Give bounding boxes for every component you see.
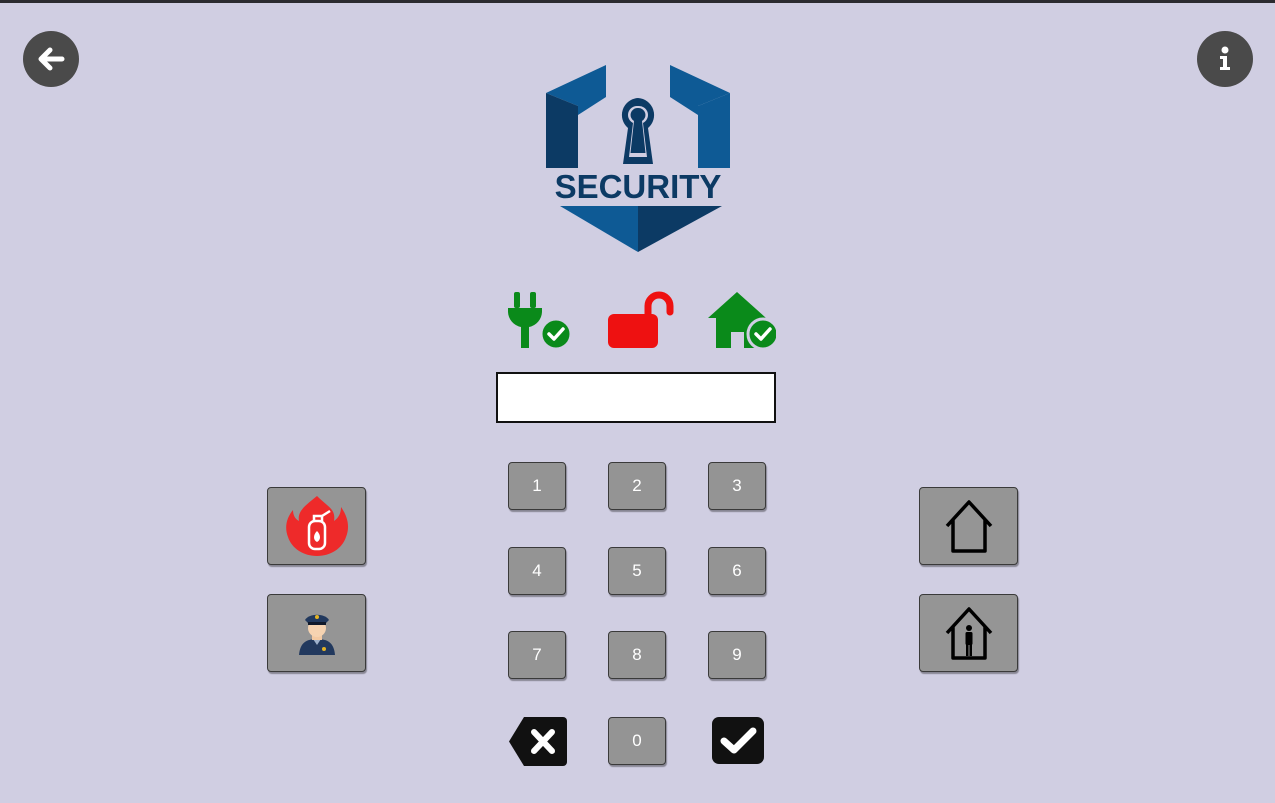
lock-status-icon xyxy=(608,291,674,348)
backspace-x-icon xyxy=(509,717,567,766)
logo-shape-bottom-right xyxy=(638,206,722,252)
arrow-left-icon xyxy=(38,47,65,71)
info-button[interactable] xyxy=(1197,31,1253,87)
police-officer-icon xyxy=(298,614,335,655)
fire-alarm-button[interactable] xyxy=(267,487,366,565)
enter-button[interactable] xyxy=(712,717,764,764)
house-person-icon xyxy=(945,607,992,660)
checkmark-icon xyxy=(712,717,764,764)
logo-shape-right-side xyxy=(698,93,730,168)
house-outline-icon xyxy=(945,500,992,553)
security-logo: SECURITY xyxy=(546,65,730,252)
police-alarm-button[interactable] xyxy=(267,594,366,672)
arm-away-button[interactable] xyxy=(919,487,1018,565)
top-border xyxy=(0,0,1275,3)
clear-button[interactable] xyxy=(508,715,569,768)
key-7[interactable]: 7 xyxy=(508,631,566,679)
key-0[interactable]: 0 xyxy=(608,717,666,765)
logo-shape-left-side xyxy=(546,93,578,168)
logo-text: SECURITY xyxy=(555,168,722,205)
code-display-input[interactable] xyxy=(496,372,776,423)
key-6[interactable]: 6 xyxy=(708,547,766,595)
info-icon xyxy=(1220,46,1230,70)
home-status-icon xyxy=(708,292,776,351)
key-9[interactable]: 9 xyxy=(708,631,766,679)
key-5[interactable]: 5 xyxy=(608,547,666,595)
key-2[interactable]: 2 xyxy=(608,462,666,510)
fire-extinguisher-icon xyxy=(285,496,348,556)
back-button[interactable] xyxy=(23,31,79,87)
logo-shape-bottom-left xyxy=(560,206,638,252)
key-8[interactable]: 8 xyxy=(608,631,666,679)
power-status-icon xyxy=(508,292,573,351)
key-4[interactable]: 4 xyxy=(508,547,566,595)
arm-stay-button[interactable] xyxy=(919,594,1018,672)
key-3[interactable]: 3 xyxy=(708,462,766,510)
key-1[interactable]: 1 xyxy=(508,462,566,510)
